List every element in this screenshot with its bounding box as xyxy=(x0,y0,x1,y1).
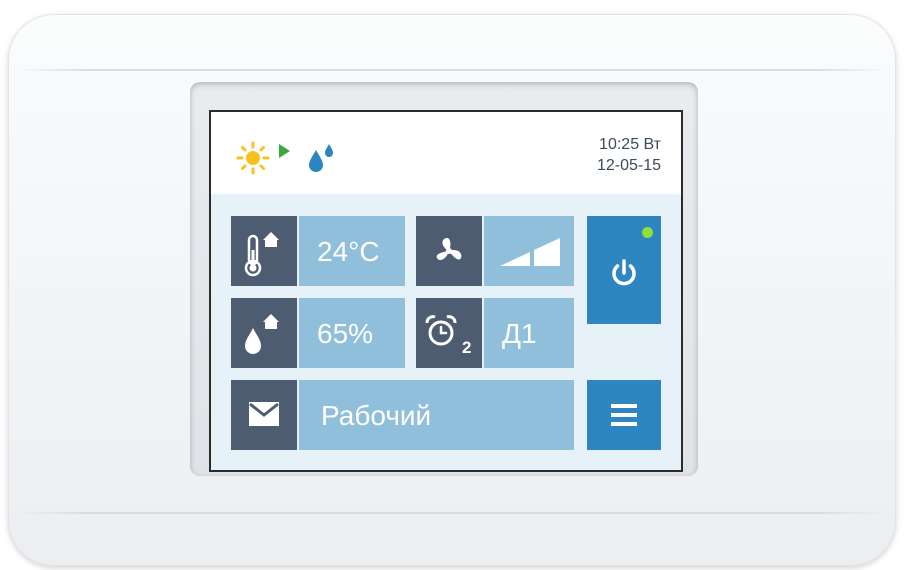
fan-speed-tile[interactable] xyxy=(484,216,574,286)
time-day-label: 10:25 Вт xyxy=(599,136,661,153)
schedule-icon-tile[interactable]: 2 xyxy=(416,298,482,368)
power-icon xyxy=(612,259,636,286)
schedule-value-tile[interactable]: Д1 xyxy=(484,298,574,368)
thermometer-home-icon xyxy=(244,232,279,277)
schedule-program-number: 2 xyxy=(462,338,472,357)
humidity-value-tile[interactable]: 65% xyxy=(299,298,405,368)
humidity-value: 65% xyxy=(317,318,374,349)
mode-value: Рабочий xyxy=(321,400,432,431)
mode-value-tile[interactable]: Рабочий xyxy=(299,380,574,450)
date-label: 12-05-15 xyxy=(596,157,661,174)
housing-groove-bottom xyxy=(16,512,888,514)
temperature-icon-tile[interactable] xyxy=(231,216,297,286)
status-bar: 10:25 Вт 12-05-15 xyxy=(211,112,681,194)
sun-icon xyxy=(236,141,270,175)
fan-icon xyxy=(436,237,462,261)
temperature-value-tile[interactable]: 24°C xyxy=(299,216,405,286)
clock: 10:25 Вт 12-05-15 xyxy=(597,134,661,176)
menu-button[interactable] xyxy=(587,380,661,450)
envelope-icon xyxy=(249,402,279,426)
alarm-clock-icon xyxy=(425,315,457,346)
humidity-icon-tile[interactable] xyxy=(231,298,297,368)
schedule-value: Д1 xyxy=(502,318,537,349)
water-drops-icon xyxy=(309,144,333,172)
touch-screen: 10:25 Вт 12-05-15 24°C 65% 2 Д1 Рабочий xyxy=(211,112,681,470)
power-indicator xyxy=(642,227,653,238)
temperature-value: 24°C xyxy=(317,236,380,267)
mode-icon-tile[interactable] xyxy=(231,380,297,450)
power-button[interactable] xyxy=(587,216,661,324)
play-arrow-icon xyxy=(279,144,290,158)
fan-speed-bars-icon xyxy=(500,238,560,266)
housing-groove-top xyxy=(16,69,888,71)
drop-home-icon xyxy=(245,314,279,354)
fan-icon-tile[interactable] xyxy=(416,216,482,286)
menu-icon xyxy=(611,404,637,426)
